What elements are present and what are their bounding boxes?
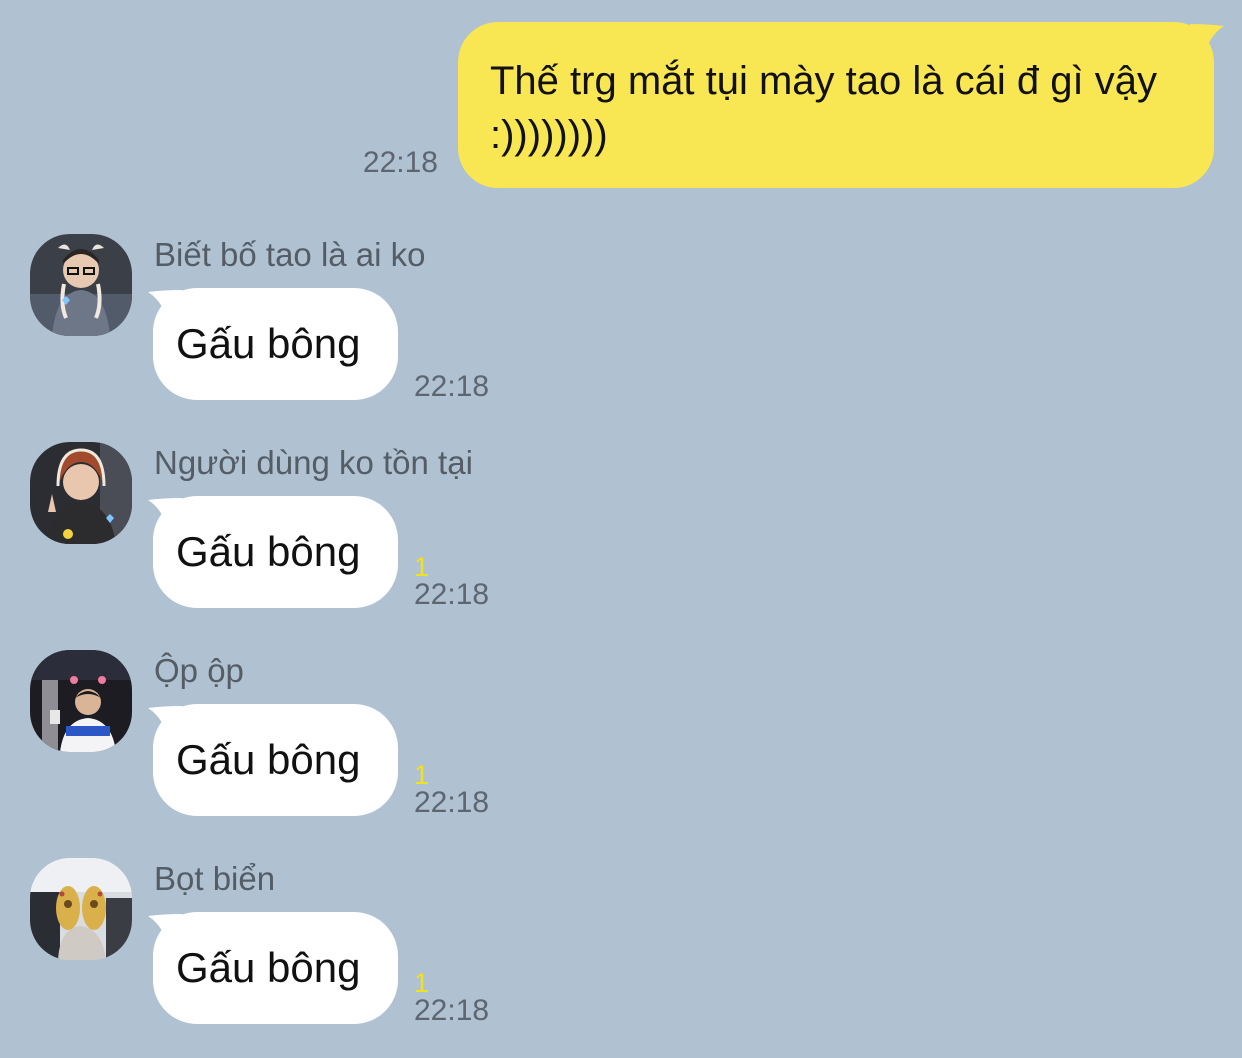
sender-name: Người dùng ko tồn tại bbox=[154, 444, 473, 481]
avatar[interactable] bbox=[30, 442, 132, 544]
sender-name: Ộp ộp bbox=[154, 652, 244, 689]
avatar[interactable] bbox=[30, 234, 132, 336]
incoming-message: Người dùng ko tồn tại Gấu bông 1 22:18 bbox=[0, 442, 600, 642]
sender-name: Bọt biển bbox=[154, 860, 276, 897]
incoming-message-bubble[interactable]: Gấu bông bbox=[153, 704, 398, 816]
incoming-message-bubble[interactable]: Gấu bông bbox=[153, 288, 398, 400]
incoming-message: Bọt biển Gấu bông 1 22:18 bbox=[0, 858, 600, 1058]
avatar[interactable] bbox=[30, 650, 132, 752]
outgoing-message-bubble[interactable]: Thế trg mắt tụi mày tao là cái đ gì vậy … bbox=[458, 22, 1214, 188]
sender-name: Biết bố tao là ai ko bbox=[154, 236, 426, 273]
message-time: 22:18 bbox=[414, 994, 490, 1027]
incoming-message-bubble[interactable]: Gấu bông bbox=[153, 912, 398, 1024]
message-time: 22:18 bbox=[414, 578, 490, 611]
incoming-message-bubble[interactable]: Gấu bông bbox=[153, 496, 398, 608]
message-time: 22:18 bbox=[414, 370, 490, 403]
avatar[interactable] bbox=[30, 858, 132, 960]
incoming-message: Biết bố tao là ai ko Gấu bông 22:18 bbox=[0, 234, 600, 434]
chat-message-list[interactable]: 22:18 Thế trg mắt tụi mày tao là cái đ g… bbox=[0, 0, 1242, 1048]
message-time: 22:18 bbox=[414, 786, 490, 819]
incoming-message: Ộp ộp Gấu bông 1 22:18 bbox=[0, 650, 600, 850]
message-time: 22:18 bbox=[362, 146, 438, 179]
